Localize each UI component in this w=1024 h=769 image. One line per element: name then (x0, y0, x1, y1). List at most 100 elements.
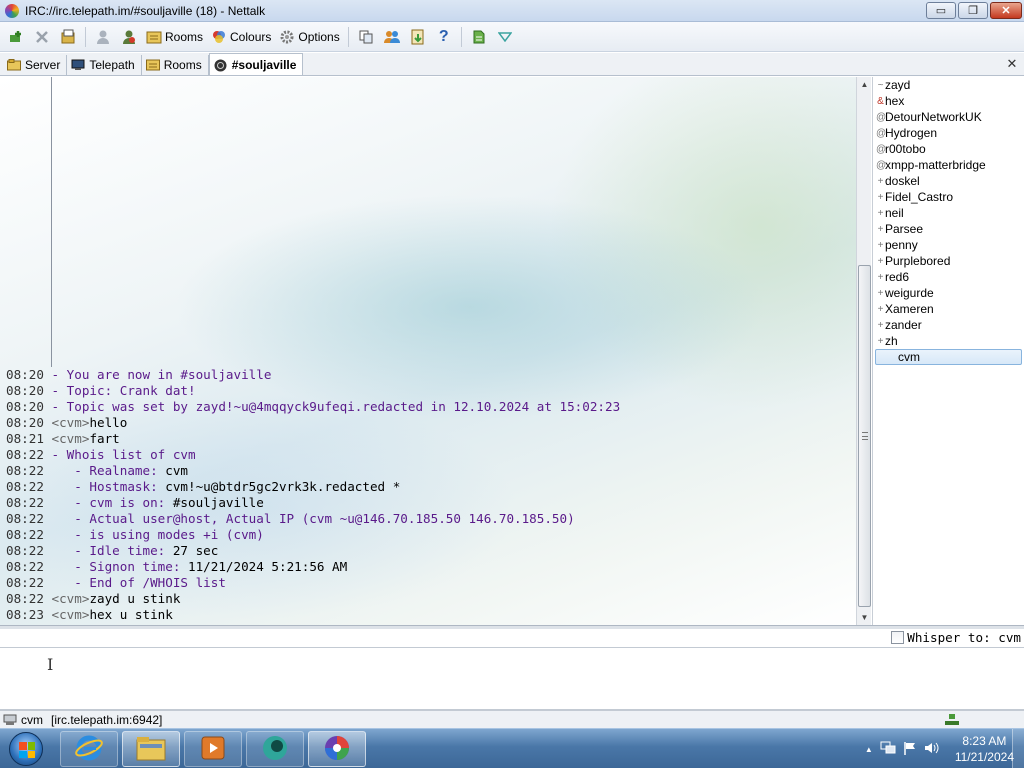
user-nick: Hydrogen (885, 126, 938, 140)
taskbar-file-explorer[interactable] (122, 731, 180, 767)
user-nick: Parsee (885, 222, 924, 236)
user-list-item[interactable]: ~ zayd (873, 77, 1024, 93)
chat-nick[interactable]: <cvm> (52, 431, 90, 446)
scroll-down-icon[interactable]: ▼ (857, 610, 872, 625)
user-nick: Fidel_Castro (885, 190, 954, 204)
save-log-button[interactable] (406, 25, 430, 49)
network-icon[interactable] (880, 741, 896, 758)
user-list-item[interactable]: + Xameren (873, 301, 1024, 317)
user-list-item[interactable]: + weigurde (873, 285, 1024, 301)
user-mode-prefix: + (877, 175, 884, 187)
show-desktop-button[interactable] (1012, 729, 1024, 769)
user-list-item[interactable]: + zander (873, 317, 1024, 333)
tab-telepath[interactable]: Telepath (67, 55, 142, 75)
disconnect-button[interactable] (30, 25, 54, 49)
user-nick: zander (885, 318, 922, 332)
user-list-item[interactable]: & hex (873, 93, 1024, 109)
chat-nick[interactable]: <cvm> (52, 591, 90, 606)
close-tab-button[interactable]: ✕ (1005, 57, 1019, 71)
chat-line: 08:22 - Hostmask: cvm!~u@btdr5gc2vrk3k.r… (6, 479, 620, 495)
windows-taskbar: ▲ 8:23 AM 11/21/2024 (0, 728, 1024, 769)
user-list-item[interactable]: + penny (873, 237, 1024, 253)
action-center-flag-icon[interactable] (903, 741, 917, 758)
script-button[interactable] (467, 25, 491, 49)
user-nick: r00tobo (885, 142, 926, 156)
dropdown-button[interactable] (493, 25, 517, 49)
chat-timestamp: 08:22 (6, 559, 44, 574)
connect-button[interactable] (4, 25, 28, 49)
tab-souljaville[interactable]: #souljaville (208, 53, 304, 75)
chat-line: 08:21 <cvm>fart (6, 431, 620, 447)
server-list-button[interactable] (56, 25, 80, 49)
user-mode-prefix: + (877, 255, 884, 267)
user-list-item[interactable]: + Purplebored (873, 253, 1024, 269)
help-button[interactable]: ? (432, 25, 456, 49)
taskbar-nettalk[interactable] (308, 731, 366, 767)
close-button[interactable]: ✕ (990, 2, 1022, 19)
message-input[interactable] (0, 648, 1024, 710)
rooms-button[interactable]: Rooms (143, 25, 206, 49)
user-list-item[interactable]: + zh (873, 333, 1024, 349)
scroll-up-icon[interactable]: ▲ (857, 77, 872, 92)
clock-time: 8:23 AM (962, 734, 1007, 748)
user-mode-prefix: + (877, 223, 884, 235)
app-icon (260, 733, 290, 766)
server-icon (7, 59, 21, 71)
minimize-button[interactable]: ▭ (926, 2, 956, 19)
user-list-item[interactable]: @ Hydrogen (873, 125, 1024, 141)
user-list-item[interactable]: @ xmpp-matterbridge (873, 157, 1024, 173)
whois-label: - Hostmask: (51, 479, 166, 494)
user-mode-prefix: + (877, 191, 884, 203)
chat-scrollbar[interactable]: ▲ ▼ (856, 77, 871, 625)
user-list-item[interactable]: + Parsee (873, 221, 1024, 237)
user-remove-button[interactable] (117, 25, 141, 49)
options-icon (279, 29, 295, 45)
user-mode-prefix: @ (876, 111, 887, 123)
tab-rooms[interactable]: Rooms (142, 55, 209, 75)
chat-nick[interactable]: <cvm> (52, 415, 90, 430)
users-button[interactable] (380, 25, 404, 49)
chat-line: 08:22 <cvm>zayd u stink (6, 591, 620, 607)
whisper-checkbox[interactable] (891, 631, 905, 644)
scroll-thumb[interactable] (858, 265, 871, 607)
taskbar-clock[interactable]: 8:23 AM 11/21/2024 (955, 733, 1014, 765)
system-message: - Whois list of cvm (51, 447, 196, 462)
maximize-button[interactable]: ❐ (958, 2, 988, 19)
user-list-item[interactable]: + Fidel_Castro (873, 189, 1024, 205)
show-hidden-icons-icon[interactable]: ▲ (865, 745, 873, 754)
nettalk-app-icon[interactable] (5, 3, 19, 18)
chat-timestamp: 08:22 (6, 575, 44, 590)
colours-button[interactable]: Colours (208, 25, 274, 49)
user-list-item[interactable]: + neil (873, 205, 1024, 221)
chat-timestamp: 08:21 (6, 431, 44, 446)
status-bar: cvm [irc.telepath.im:6942] (0, 710, 1024, 728)
chat-log[interactable]: 08:20 - You are now in #souljaville 08:20… (0, 77, 856, 625)
toolbar-separator (85, 26, 86, 47)
input-toolbar (0, 629, 1024, 648)
user-mode-prefix: + (877, 207, 884, 219)
taskbar-media-player[interactable] (184, 731, 242, 767)
toolbar: Rooms Colours Options ? (0, 22, 1024, 52)
connect-icon (8, 29, 24, 45)
options-button[interactable]: Options (276, 25, 342, 49)
user-list-item[interactable]: @ DetourNetworkUK (873, 109, 1024, 125)
chat-timestamp: 08:22 (6, 447, 44, 462)
user-list-item[interactable]: + doskel (873, 173, 1024, 189)
chat-nick[interactable]: <cvm> (52, 607, 90, 622)
copy-button[interactable] (354, 25, 378, 49)
start-button[interactable] (2, 730, 50, 768)
user-list-item[interactable]: @ r00tobo (873, 141, 1024, 157)
taskbar-app[interactable] (246, 731, 304, 767)
network-activity-icon (944, 714, 960, 726)
user-list-item[interactable]: cvm (875, 349, 1022, 365)
user-list-item[interactable]: + red6 (873, 269, 1024, 285)
whisper-option[interactable]: Whisper to: cvm (891, 630, 1021, 645)
taskbar-internet-explorer[interactable] (60, 731, 118, 767)
user-list: ~ zayd & hex @ DetourNetworkUK @ Hydrogen @ r00to… (872, 77, 1024, 625)
whois-label: - End of /WHOIS list (51, 575, 226, 590)
chat-timestamp: 08:22 (6, 511, 44, 526)
volume-icon[interactable] (924, 741, 940, 758)
user-button[interactable] (91, 25, 115, 49)
tab-server[interactable]: Server (3, 55, 68, 75)
user-mode-prefix: + (877, 271, 884, 283)
